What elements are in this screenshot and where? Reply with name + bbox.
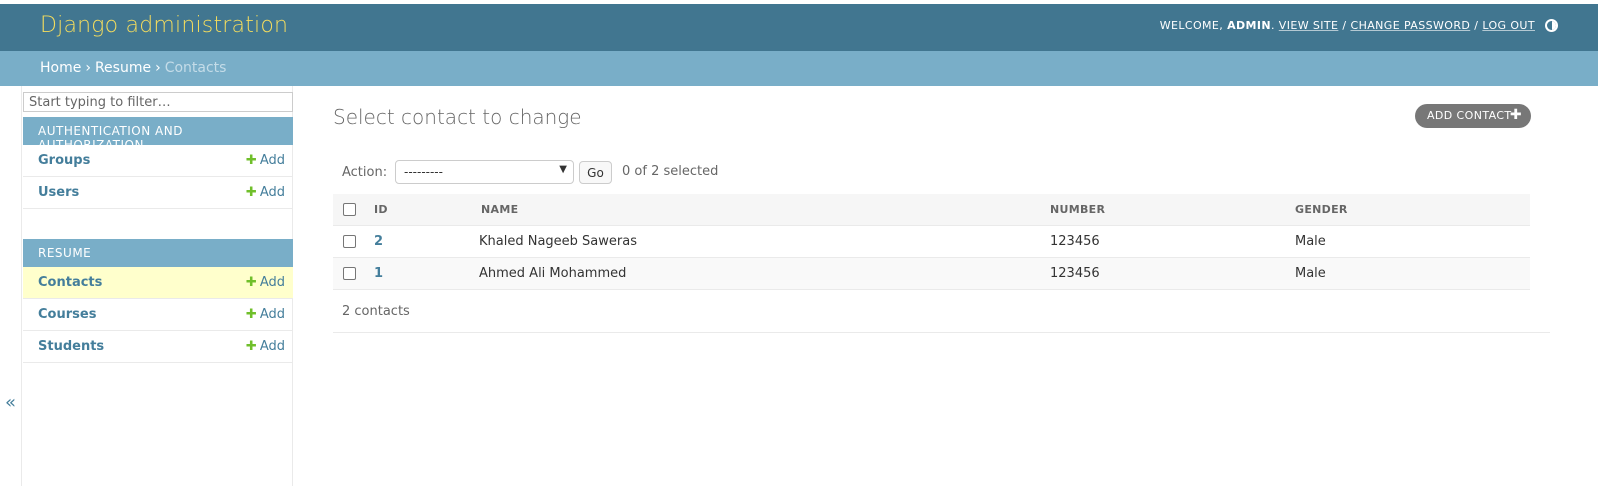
row-id-link[interactable]: 2 xyxy=(374,234,383,249)
id-cell: 2 xyxy=(364,225,479,258)
column-gender[interactable]: GENDER xyxy=(1295,194,1530,226)
header: Django administration WELCOME, ADMIN. VI… xyxy=(0,4,1598,51)
plus-icon: ✚ xyxy=(1509,107,1522,123)
theme-toggle-icon[interactable] xyxy=(1545,19,1558,32)
sidebar-item-groups: Groups ✚ Add xyxy=(23,145,293,177)
contacts-add-link[interactable]: ✚ Add xyxy=(246,275,285,290)
module-auth-caption[interactable]: AUTHENTICATION AND AUTHORIZATION xyxy=(23,117,293,152)
add-icon: ✚ xyxy=(245,339,257,354)
paginator: 2 contacts xyxy=(333,291,1550,333)
view-site-link[interactable]: VIEW SITE xyxy=(1279,19,1339,32)
welcome-text: WELCOME, xyxy=(1159,19,1224,32)
add-icon: ✚ xyxy=(245,185,257,200)
select-all-checkbox[interactable] xyxy=(343,203,356,216)
number-cell: 123456 xyxy=(1050,257,1295,290)
sidebar-item-students: Students ✚ Add xyxy=(23,331,293,363)
row-checkbox[interactable] xyxy=(343,266,356,280)
gender-cell: Male xyxy=(1295,257,1530,290)
result-table: ID NAME NUMBER GENDER 2 Khaled Nageeb Sa… xyxy=(333,194,1530,290)
sidebar-item-contacts: Contacts ✚ Add xyxy=(23,267,293,299)
breadcrumb-home[interactable]: Home xyxy=(40,60,81,76)
add-label: Add xyxy=(259,307,285,322)
add-icon: ✚ xyxy=(245,275,257,290)
name-cell: Ahmed Ali Mohammed xyxy=(479,257,1050,290)
users-link[interactable]: Users xyxy=(38,185,79,200)
action-select-value: --------- xyxy=(404,165,443,179)
page-title: Select contact to change xyxy=(333,105,582,129)
breadcrumb-current: Contacts xyxy=(164,60,227,76)
contacts-link[interactable]: Contacts xyxy=(38,275,102,290)
logout-link[interactable]: LOG OUT xyxy=(1482,19,1535,32)
name-cell: Khaled Nageeb Saweras xyxy=(479,225,1050,258)
table-row: 1 Ahmed Ali Mohammed 123456 Male xyxy=(333,257,1530,290)
nav-sidebar: AUTHENTICATION AND AUTHORIZATION Groups … xyxy=(22,86,293,486)
users-add-link[interactable]: ✚ Add xyxy=(246,185,285,200)
gender-cell: Male xyxy=(1295,225,1530,258)
add-icon: ✚ xyxy=(245,307,257,322)
breadcrumb: Home › Resume › Contacts xyxy=(0,51,1598,86)
row-id-link[interactable]: 1 xyxy=(374,266,383,281)
courses-link[interactable]: Courses xyxy=(38,307,96,322)
select-all-cell xyxy=(333,194,364,226)
selected-count: 0 of 2 selected xyxy=(622,164,719,179)
number-cell: 123456 xyxy=(1050,225,1295,258)
add-contact-button[interactable]: ADD CONTACT ✚ xyxy=(1415,104,1531,128)
add-label: Add xyxy=(259,153,285,168)
add-label: Add xyxy=(259,275,285,290)
separator: / xyxy=(1474,19,1479,32)
courses-add-link[interactable]: ✚ Add xyxy=(246,307,285,322)
column-name[interactable]: NAME xyxy=(479,194,1050,226)
add-label: Add xyxy=(259,339,285,354)
add-icon: ✚ xyxy=(245,153,257,168)
separator: / xyxy=(1342,19,1347,32)
user-tools: WELCOME, ADMIN. VIEW SITE / CHANGE PASSW… xyxy=(1160,19,1558,32)
row-select-cell xyxy=(333,257,364,290)
row-checkbox[interactable] xyxy=(343,234,356,248)
nav-filter-input[interactable] xyxy=(23,92,293,112)
breadcrumb-resume[interactable]: Resume xyxy=(95,60,151,76)
table-header-row: ID NAME NUMBER GENDER xyxy=(333,194,1530,226)
collapse-icon[interactable]: « xyxy=(5,392,16,413)
sidebar-item-courses: Courses ✚ Add xyxy=(23,299,293,331)
go-button[interactable]: Go xyxy=(579,161,612,184)
toggle-sidebar-button[interactable]: « xyxy=(0,86,22,486)
groups-link[interactable]: Groups xyxy=(38,153,90,168)
breadcrumb-separator: › xyxy=(85,60,91,76)
breadcrumb-separator: › xyxy=(155,60,161,76)
add-label: Add xyxy=(259,185,285,200)
groups-add-link[interactable]: ✚ Add xyxy=(246,153,285,168)
column-id[interactable]: ID xyxy=(364,194,479,226)
add-contact-label: ADD CONTACT xyxy=(1427,109,1512,122)
username: ADMIN xyxy=(1227,19,1271,32)
sidebar-item-users: Users ✚ Add xyxy=(23,177,293,209)
students-link[interactable]: Students xyxy=(38,339,104,354)
site-name[interactable]: Django administration xyxy=(40,13,288,38)
column-number[interactable]: NUMBER xyxy=(1050,194,1295,226)
chevron-down-icon: ▼ xyxy=(559,164,567,175)
module-resume-caption[interactable]: RESUME xyxy=(23,239,293,267)
row-select-cell xyxy=(333,225,364,258)
action-select[interactable]: --------- ▼ xyxy=(395,160,574,184)
actions-bar: Action: --------- ▼ Go 0 of 2 selected xyxy=(333,153,1530,193)
id-cell: 1 xyxy=(364,257,479,290)
change-password-link[interactable]: CHANGE PASSWORD xyxy=(1350,19,1470,32)
students-add-link[interactable]: ✚ Add xyxy=(246,339,285,354)
action-label: Action: xyxy=(342,165,388,180)
table-row: 2 Khaled Nageeb Saweras 123456 Male xyxy=(333,225,1530,258)
